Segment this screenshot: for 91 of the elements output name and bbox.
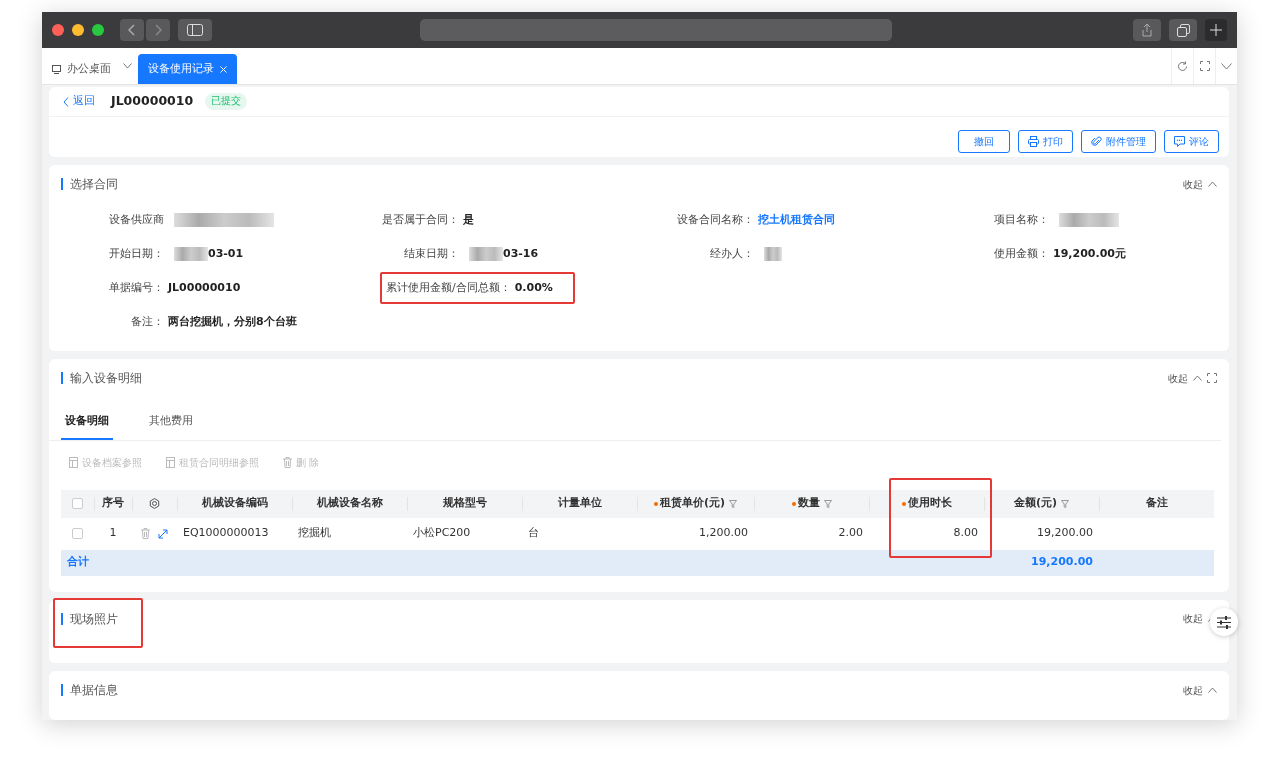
plus-icon <box>1210 24 1222 36</box>
printer-icon <box>1028 136 1039 147</box>
required-mark <box>901 501 906 506</box>
share-icon <box>1141 23 1153 37</box>
section-title: 单据信息 <box>61 681 118 700</box>
close-icon[interactable] <box>220 65 227 73</box>
sidebar-button[interactable] <box>178 19 212 41</box>
maximize-icon[interactable] <box>92 24 104 36</box>
sub-tab[interactable]: 其他费用 <box>145 405 197 440</box>
required-mark <box>791 501 796 506</box>
field-value: JL00000010 <box>168 279 241 296</box>
field-label: 是否属于合同： <box>381 211 459 228</box>
checkbox[interactable] <box>72 528 83 539</box>
chevron-left-icon <box>128 24 136 36</box>
share-button[interactable] <box>1133 19 1161 41</box>
table-cell: 挖掘机 <box>298 525 331 542</box>
field-value: 03-01 <box>168 245 244 263</box>
field-label: 使用金额： <box>993 245 1049 262</box>
trash-icon <box>283 456 292 468</box>
monitor-icon <box>52 64 61 74</box>
filter-icon[interactable] <box>729 499 738 508</box>
table-icon <box>69 456 78 468</box>
checkbox[interactable] <box>72 498 83 509</box>
paperclip-icon <box>1091 136 1102 147</box>
total-label: 合计 <box>67 555 89 569</box>
table-cell: 8.00 <box>953 525 978 542</box>
section-title: 选择合同 <box>61 175 118 193</box>
chevron-right-icon <box>154 24 162 36</box>
gear-icon[interactable] <box>149 498 160 509</box>
back-button[interactable] <box>120 19 144 41</box>
field-label: 项目名称： <box>993 211 1049 228</box>
record-title: JL00000010 <box>111 92 194 111</box>
page-tab[interactable]: 办公桌面 <box>42 54 121 84</box>
table-cell: 19,200.00 <box>1037 525 1093 542</box>
comment-icon <box>1174 136 1185 147</box>
chevron-up-icon[interactable] <box>1208 181 1217 187</box>
field-value: 03-16 <box>463 245 539 263</box>
expand-icon[interactable] <box>158 528 168 539</box>
table-cell: 台 <box>528 525 539 542</box>
minimize-icon[interactable] <box>72 24 84 36</box>
collapse-link[interactable]: 收起 <box>1183 611 1203 626</box>
collapse-link[interactable]: 收起 <box>1168 370 1188 386</box>
collapse-link[interactable]: 收起 <box>1183 682 1203 698</box>
table-cell: EQ1000000013 <box>183 525 269 542</box>
table-cell: 1,200.00 <box>699 525 748 542</box>
chevron-down-icon[interactable] <box>123 63 132 69</box>
back-link[interactable]: 返回 <box>63 93 95 110</box>
field-label: 开始日期： <box>108 245 164 262</box>
action-button[interactable]: 附件管理 <box>1081 130 1156 153</box>
section-title: 现场照片 <box>61 609 118 628</box>
field-value: 0.00% <box>514 279 553 296</box>
sidebar-icon <box>187 24 203 36</box>
chevron-up-icon[interactable] <box>1193 375 1202 381</box>
field-label: 单据编号： <box>108 279 164 296</box>
table-cell: 1 <box>109 525 117 542</box>
table-cell: 小松PC200 <box>413 525 471 542</box>
trash-icon[interactable] <box>141 528 150 539</box>
forward-button[interactable] <box>146 19 170 41</box>
table-icon <box>166 456 175 468</box>
total-value: 19,200.00 <box>1031 554 1093 571</box>
action-button[interactable]: 打印 <box>1018 130 1073 153</box>
field-label: 累计使用金额/合同总额： <box>386 279 511 296</box>
chevron-up-icon[interactable] <box>1208 687 1217 694</box>
field-label: 备注： <box>130 313 164 330</box>
section-title: 输入设备明细 <box>61 369 142 387</box>
field-label: 经办人： <box>709 245 754 262</box>
new-tab-button[interactable] <box>1205 19 1227 41</box>
field-label: 结束日期： <box>403 245 459 262</box>
field-label: 设备合同名称： <box>676 211 754 228</box>
field-label: 设备供应商 <box>108 211 164 228</box>
fullscreen-icon[interactable] <box>1207 373 1217 383</box>
collapse-link[interactable]: 收起 <box>1183 176 1203 192</box>
field-value: 是 <box>463 211 474 228</box>
chevron-left-icon <box>63 96 69 107</box>
page-tab[interactable]: 设备使用记录 <box>138 54 237 84</box>
contract-link[interactable]: 挖土机租赁合同 <box>758 211 835 229</box>
field-value: 19,200.00元 <box>1053 245 1126 262</box>
filter-icon[interactable] <box>823 499 832 508</box>
field-value: 两台挖掘机，分别8个台班 <box>168 313 297 330</box>
status-badge: 已提交 <box>205 93 248 110</box>
tabs-button[interactable] <box>1169 19 1197 41</box>
sub-tab[interactable]: 设备明细 <box>61 405 113 440</box>
action-button[interactable]: 评论 <box>1164 130 1219 153</box>
sliders-icon <box>1217 615 1231 629</box>
filter-icon[interactable] <box>1061 499 1070 508</box>
column-header[interactable]: 备注 <box>1145 495 1168 512</box>
table-cell: 2.00 <box>838 525 863 542</box>
action-button[interactable]: 撤回 <box>958 130 1010 153</box>
required-mark <box>653 501 658 506</box>
close-icon[interactable] <box>52 24 64 36</box>
tabs-icon <box>1176 23 1190 37</box>
